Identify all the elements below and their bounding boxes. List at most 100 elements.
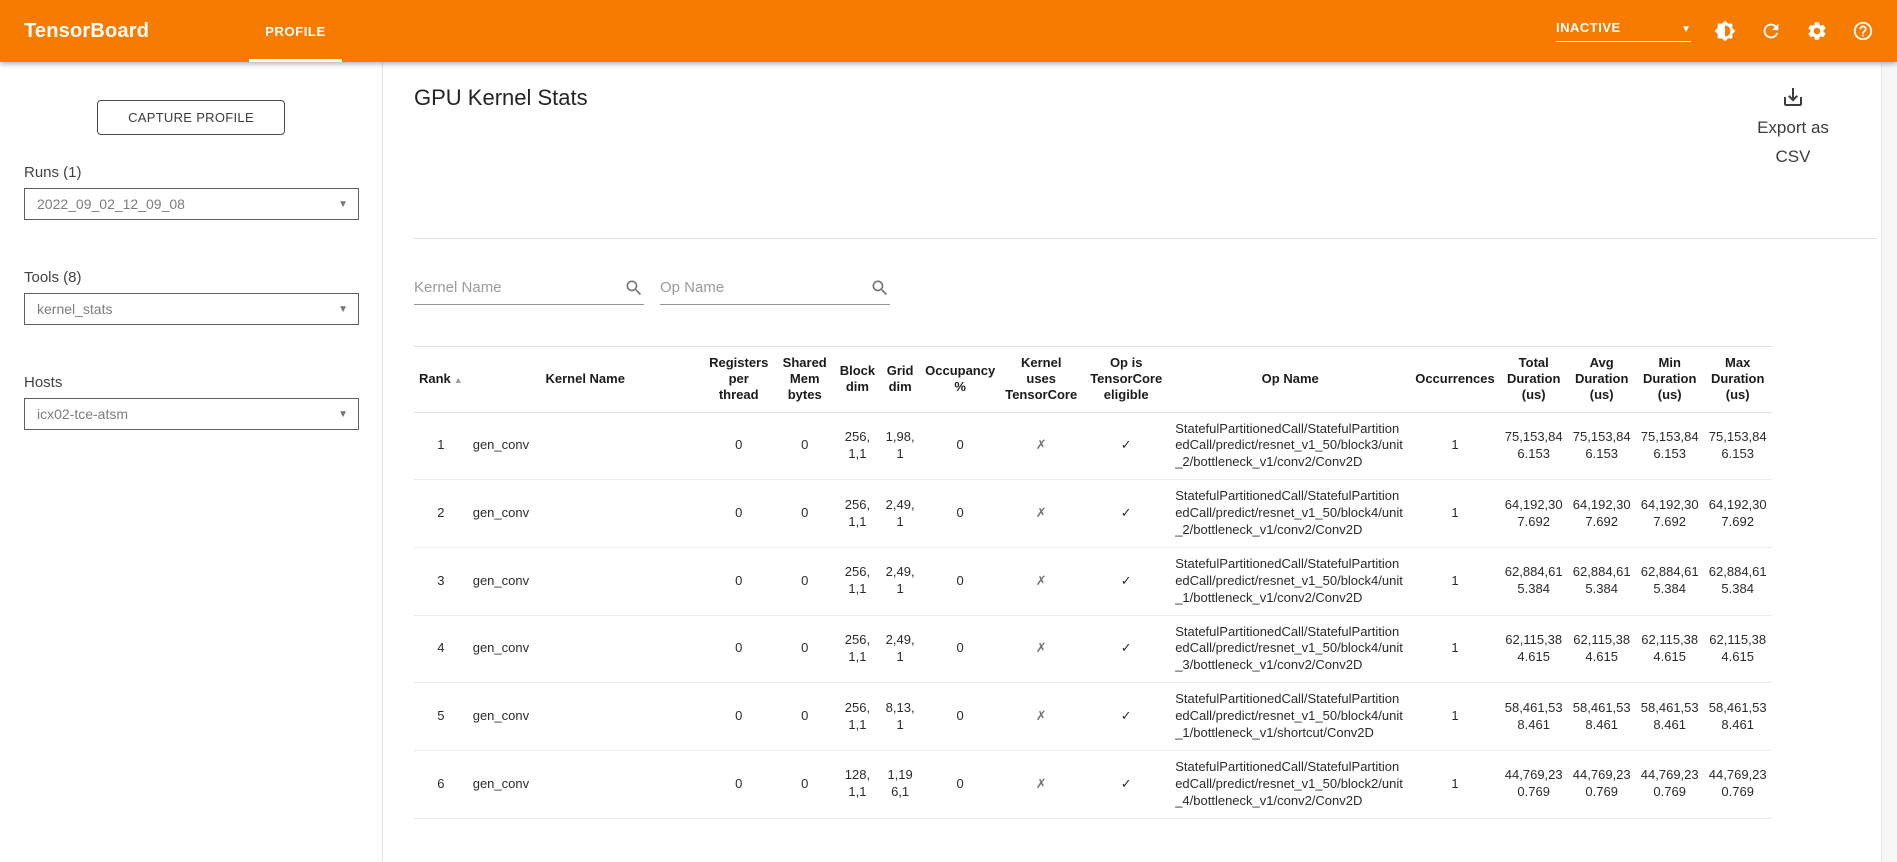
cell-occupancy_pct: 0 (920, 615, 1000, 683)
header-tabs: PROFILE (249, 0, 342, 62)
tools-label: Tools (8) (24, 269, 382, 286)
table-row: 6gen_conv00128,1,11,196,10✗✓StatefulPart… (414, 750, 1772, 818)
help-icon (1852, 20, 1874, 42)
table-row: 1gen_conv00256,1,11,98,10✗✓StatefulParti… (414, 412, 1772, 480)
op-name-filter (660, 278, 890, 305)
hosts-dropdown-value: icx02-tce-atsm (37, 406, 128, 422)
hosts-label: Hosts (24, 374, 382, 391)
cell-min_duration_us: 58,461,538.461 (1636, 683, 1704, 751)
cell-kernel_uses_tensorcore: ✗ (1000, 750, 1082, 818)
cell-op_name: StatefulPartitionedCall/StatefulPartitio… (1170, 683, 1410, 751)
scrollbar-track[interactable] (1881, 62, 1897, 862)
cell-min_duration_us: 44,769,230.769 (1636, 750, 1704, 818)
sort-ascending-icon: ▲ (454, 375, 463, 385)
cell-occurrences: 1 (1410, 412, 1500, 480)
cell-block_dim: 256,1,1 (835, 480, 880, 548)
cell-rank: 3 (414, 547, 468, 615)
cell-max_duration_us: 62,115,384.615 (1704, 615, 1772, 683)
column-header-registers_per_thread[interactable]: Registers per thread (703, 346, 775, 412)
column-header-op_name[interactable]: Op Name (1170, 346, 1410, 412)
cell-kernel_name: gen_conv (468, 683, 703, 751)
page-title: GPU Kernel Stats (414, 85, 588, 111)
cell-occupancy_pct: 0 (920, 683, 1000, 751)
chevron-down-icon: ▼ (338, 199, 348, 210)
chevron-down-icon: ▼ (338, 304, 348, 315)
tools-dropdown[interactable]: kernel_stats ▼ (24, 293, 359, 325)
search-icon[interactable] (624, 278, 644, 298)
column-header-min_duration_us[interactable]: Min Duration (us) (1636, 346, 1704, 412)
kernel-stats-table: Rank▲Kernel NameRegisters per threadShar… (414, 346, 1772, 819)
column-header-grid_dim[interactable]: Grid dim (880, 346, 920, 412)
column-header-max_duration_us[interactable]: Max Duration (us) (1704, 346, 1772, 412)
cell-block_dim: 256,1,1 (835, 547, 880, 615)
runs-label: Runs (1) (24, 164, 382, 181)
column-header-occupancy_pct[interactable]: Occupancy % (920, 346, 1000, 412)
filter-row (414, 278, 1897, 305)
gear-icon (1806, 20, 1828, 42)
cell-total_duration_us: 62,884,615.384 (1500, 547, 1568, 615)
column-header-avg_duration_us[interactable]: Avg Duration (us) (1568, 346, 1636, 412)
app-header: TensorBoard PROFILE INACTIVE ▼ (0, 0, 1897, 62)
cell-total_duration_us: 64,192,307.692 (1500, 480, 1568, 548)
run-status-dropdown[interactable]: INACTIVE ▼ (1556, 20, 1691, 42)
column-header-total_duration_us[interactable]: Total Duration (us) (1500, 346, 1568, 412)
cell-total_duration_us: 75,153,846.153 (1500, 412, 1568, 480)
runs-dropdown-value: 2022_09_02_12_09_08 (37, 196, 185, 212)
search-icon[interactable] (870, 278, 890, 298)
brightness-toggle-button[interactable] (1713, 19, 1737, 43)
cell-shared_mem_bytes: 0 (775, 480, 835, 548)
cell-occurrences: 1 (1410, 615, 1500, 683)
op-name-input[interactable] (660, 279, 870, 296)
cell-rank: 4 (414, 615, 468, 683)
cell-kernel_uses_tensorcore: ✗ (1000, 615, 1082, 683)
cell-avg_duration_us: 58,461,538.461 (1568, 683, 1636, 751)
chevron-down-icon: ▼ (338, 409, 348, 420)
column-header-rank[interactable]: Rank▲ (414, 346, 468, 412)
table-row: 5gen_conv00256,1,18,13,10✗✓StatefulParti… (414, 683, 1772, 751)
help-button[interactable] (1851, 19, 1875, 43)
column-header-kernel_uses_tensorcore[interactable]: Kernel uses TensorCore (1000, 346, 1082, 412)
cell-avg_duration_us: 75,153,846.153 (1568, 412, 1636, 480)
export-csv-button[interactable]: Export as CSV (1745, 85, 1841, 172)
cell-occupancy_pct: 0 (920, 750, 1000, 818)
refresh-icon (1760, 20, 1782, 42)
header-actions: INACTIVE ▼ (1556, 19, 1875, 43)
kernel-name-input[interactable] (414, 279, 624, 296)
tensorboard-logo: TensorBoard (24, 20, 149, 43)
main-header-row: GPU Kernel Stats Export as CSV (414, 62, 1897, 172)
cell-op_name: StatefulPartitionedCall/StatefulPartitio… (1170, 615, 1410, 683)
tab-profile[interactable]: PROFILE (249, 0, 342, 62)
cell-avg_duration_us: 62,115,384.615 (1568, 615, 1636, 683)
cell-rank: 6 (414, 750, 468, 818)
hosts-dropdown[interactable]: icx02-tce-atsm ▼ (24, 398, 359, 430)
cell-min_duration_us: 62,884,615.384 (1636, 547, 1704, 615)
cell-occurrences: 1 (1410, 683, 1500, 751)
column-header-kernel_name[interactable]: Kernel Name (468, 346, 703, 412)
cell-occupancy_pct: 0 (920, 547, 1000, 615)
cell-registers_per_thread: 0 (703, 547, 775, 615)
cell-kernel_name: gen_conv (468, 412, 703, 480)
column-header-block_dim[interactable]: Block dim (835, 346, 880, 412)
column-header-occurrences[interactable]: Occurrences (1410, 346, 1500, 412)
cell-shared_mem_bytes: 0 (775, 750, 835, 818)
cell-grid_dim: 2,49,1 (880, 615, 920, 683)
reload-button[interactable] (1759, 19, 1783, 43)
table-header-row: Rank▲Kernel NameRegisters per threadShar… (414, 346, 1772, 412)
cell-op_is_tensorcore_eligible: ✓ (1082, 750, 1170, 818)
kernel-name-filter (414, 278, 644, 305)
kernel-stats-table-body: 1gen_conv00256,1,11,98,10✗✓StatefulParti… (414, 412, 1772, 818)
cell-op_is_tensorcore_eligible: ✓ (1082, 480, 1170, 548)
runs-dropdown[interactable]: 2022_09_02_12_09_08 ▼ (24, 188, 359, 220)
table-row: 4gen_conv00256,1,12,49,10✗✓StatefulParti… (414, 615, 1772, 683)
cell-max_duration_us: 44,769,230.769 (1704, 750, 1772, 818)
column-header-shared_mem_bytes[interactable]: Shared Mem bytes (775, 346, 835, 412)
cell-op_name: StatefulPartitionedCall/StatefulPartitio… (1170, 480, 1410, 548)
settings-button[interactable] (1805, 19, 1829, 43)
cell-max_duration_us: 64,192,307.692 (1704, 480, 1772, 548)
cell-op_name: StatefulPartitionedCall/StatefulPartitio… (1170, 412, 1410, 480)
cell-grid_dim: 8,13,1 (880, 683, 920, 751)
capture-profile-button[interactable]: CAPTURE PROFILE (97, 100, 285, 135)
column-header-op_is_tensorcore_eligible[interactable]: Op is TensorCore eligible (1082, 346, 1170, 412)
cell-op_is_tensorcore_eligible: ✓ (1082, 683, 1170, 751)
cell-total_duration_us: 62,115,384.615 (1500, 615, 1568, 683)
